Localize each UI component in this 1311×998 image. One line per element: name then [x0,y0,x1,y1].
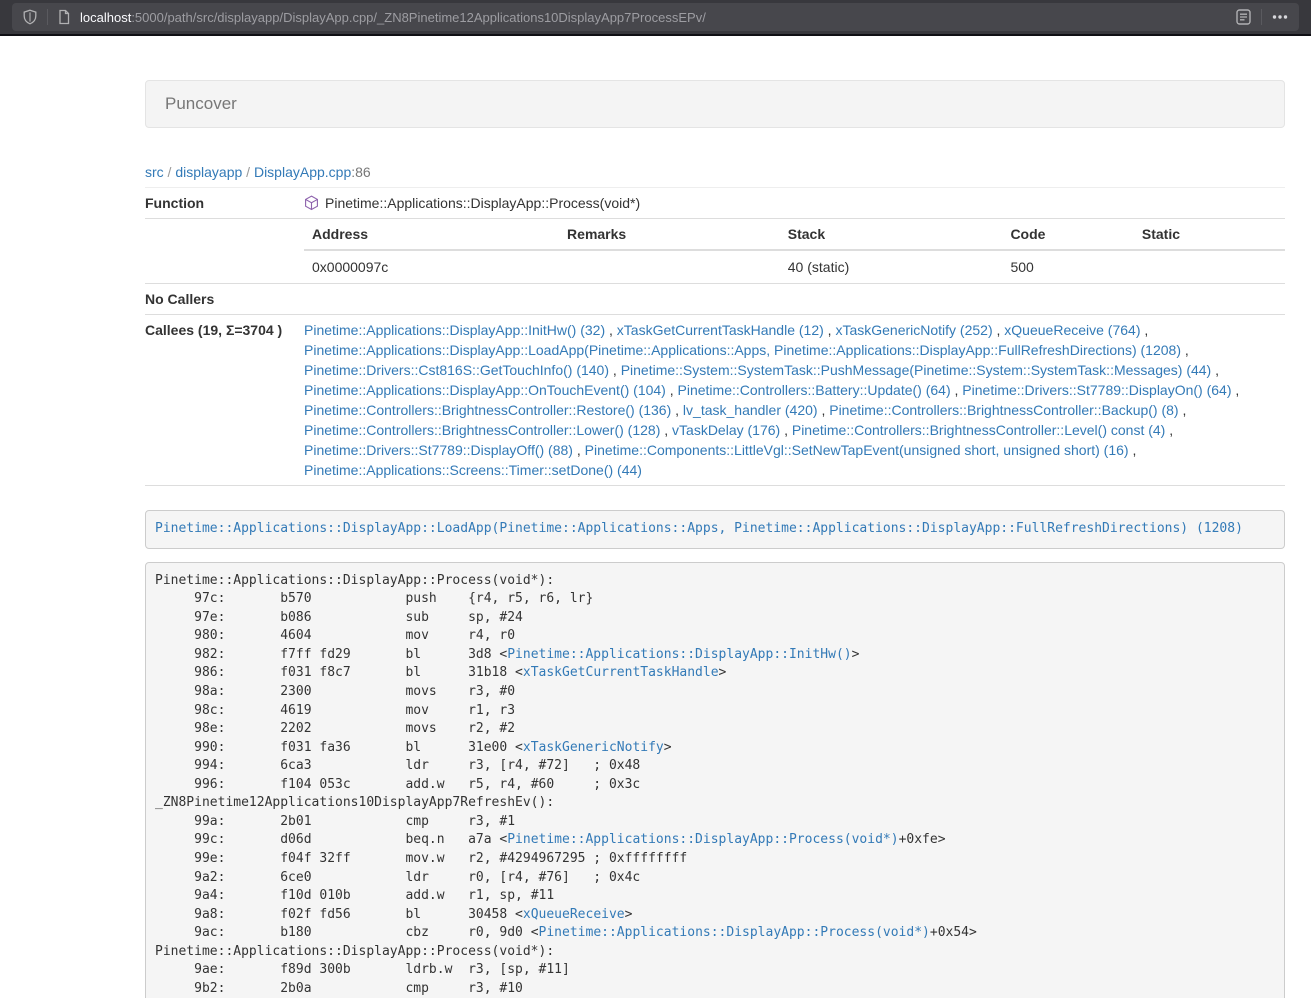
callee-link[interactable]: Pinetime::Controllers::BrightnessControl… [304,402,671,418]
url-bar[interactable]: localhost:5000/path/src/displayapp/Displ… [12,3,1299,31]
callee-link[interactable]: vTaskDelay (176) [672,422,780,438]
breadcrumb-separator: / [242,164,254,180]
col-header-remarks: Remarks [559,219,780,250]
col-header-code: Code [1002,219,1133,250]
stats-header-row: Address Remarks Stack Code Static [304,219,1285,250]
assembly-symbol-link[interactable]: xQueueReceive [523,907,625,922]
callee-link[interactable]: Pinetime::Drivers::Cst816S::GetTouchInfo… [304,362,609,378]
assembly-symbol-link[interactable]: xTaskGenericNotify [523,740,664,755]
callee-link[interactable]: Pinetime::Controllers::BrightnessControl… [829,402,1178,418]
callee-link[interactable]: Pinetime::Applications::Screens::Timer::… [304,462,642,478]
breadcrumb-link[interactable]: src [145,164,164,180]
callee-link[interactable]: xTaskGetCurrentTaskHandle (12) [617,322,824,338]
url-host: localhost [80,10,131,25]
url-path: :5000/path/src/displayapp/DisplayApp.cpp… [131,10,706,25]
assembly-symbol-link[interactable]: xTaskGetCurrentTaskHandle [523,665,719,680]
function-row: Function Pinetime::Applications::Display… [145,188,1285,219]
breadcrumb-link[interactable]: DisplayApp.cpp [254,164,351,180]
reader-mode-icon[interactable] [1235,8,1252,26]
page-title: Puncover [165,94,237,113]
callee-link[interactable]: Pinetime::Applications::DisplayApp::Init… [304,322,605,338]
page-icon[interactable] [57,9,71,25]
browser-toolbar: localhost:5000/path/src/displayapp/Displ… [0,0,1311,36]
code-value: 500 [1002,250,1133,283]
callee-link[interactable]: Pinetime::System::SystemTask::PushMessag… [621,362,1212,378]
callee-link[interactable]: Pinetime::Applications::DisplayApp::OnTo… [304,382,666,398]
highlighted-callee-link[interactable]: Pinetime::Applications::DisplayApp::Load… [155,521,1243,536]
stats-row: Address Remarks Stack Code Static 0x0000… [145,219,1285,284]
callee-link[interactable]: Pinetime::Drivers::St7789::DisplayOff() … [304,442,573,458]
highlighted-callee-box: Pinetime::Applications::DisplayApp::Load… [145,510,1285,549]
stats-value-row: 0x0000097c 40 (static) 500 [304,250,1285,283]
stats-table: Address Remarks Stack Code Static 0x0000… [304,219,1285,283]
callee-link[interactable]: Pinetime::Drivers::St7789::DisplayOn() (… [962,382,1231,398]
breadcrumb-line-number: :86 [351,164,370,180]
callers-row: No Callers [145,284,1285,315]
static-value [1134,250,1285,283]
callee-link[interactable]: Pinetime::Applications::DisplayApp::Load… [304,342,1181,358]
assembly-symbol-link[interactable]: Pinetime::Applications::DisplayApp::Proc… [507,832,898,847]
col-header-static: Static [1134,219,1285,250]
callee-link[interactable]: Pinetime::Controllers::Battery::Update()… [678,382,951,398]
breadcrumb: src / displayapp / DisplayApp.cpp:86 [145,162,1285,182]
assembly-symbol-link[interactable]: Pinetime::Applications::DisplayApp::Init… [507,647,851,662]
callees-row: Callees (19, Σ=3704 ) Pinetime::Applicat… [145,315,1285,486]
callers-label: No Callers [145,284,304,315]
toolbar-divider [47,9,48,25]
address-value: 0x0000097c [304,250,559,283]
cube-icon [304,195,319,211]
callee-link[interactable]: xQueueReceive (764) [1004,322,1140,338]
col-header-stack: Stack [780,219,1003,250]
stack-value: 40 (static) [780,250,1003,283]
remarks-value [559,250,780,283]
callees-list: Pinetime::Applications::DisplayApp::Init… [304,315,1285,486]
shield-icon[interactable] [22,9,38,25]
callee-link[interactable]: xTaskGenericNotify (252) [835,322,992,338]
app-header: Puncover [145,80,1285,128]
callees-label: Callees (19, Σ=3704 ) [145,315,304,486]
callee-link[interactable]: Pinetime::Controllers::BrightnessControl… [792,422,1165,438]
function-table: Function Pinetime::Applications::Display… [145,188,1285,486]
callee-link[interactable]: Pinetime::Components::LittleVgl::SetNewT… [585,442,1129,458]
callee-link[interactable]: lv_task_handler (420) [683,402,818,418]
function-row-label: Function [145,188,304,219]
breadcrumb-link[interactable]: displayapp [175,164,242,180]
toolbar-divider [1261,9,1262,25]
more-options-icon[interactable] [1271,9,1289,25]
breadcrumb-separator: / [164,164,176,180]
assembly-listing: Pinetime::Applications::DisplayApp::Proc… [145,562,1285,998]
function-name: Pinetime::Applications::DisplayApp::Proc… [325,193,640,213]
col-header-address: Address [304,219,559,250]
page-content: Puncover src / displayapp / DisplayApp.c… [145,80,1285,998]
callee-link[interactable]: Pinetime::Controllers::BrightnessControl… [304,422,660,438]
assembly-symbol-link[interactable]: Pinetime::Applications::DisplayApp::Proc… [539,925,930,940]
